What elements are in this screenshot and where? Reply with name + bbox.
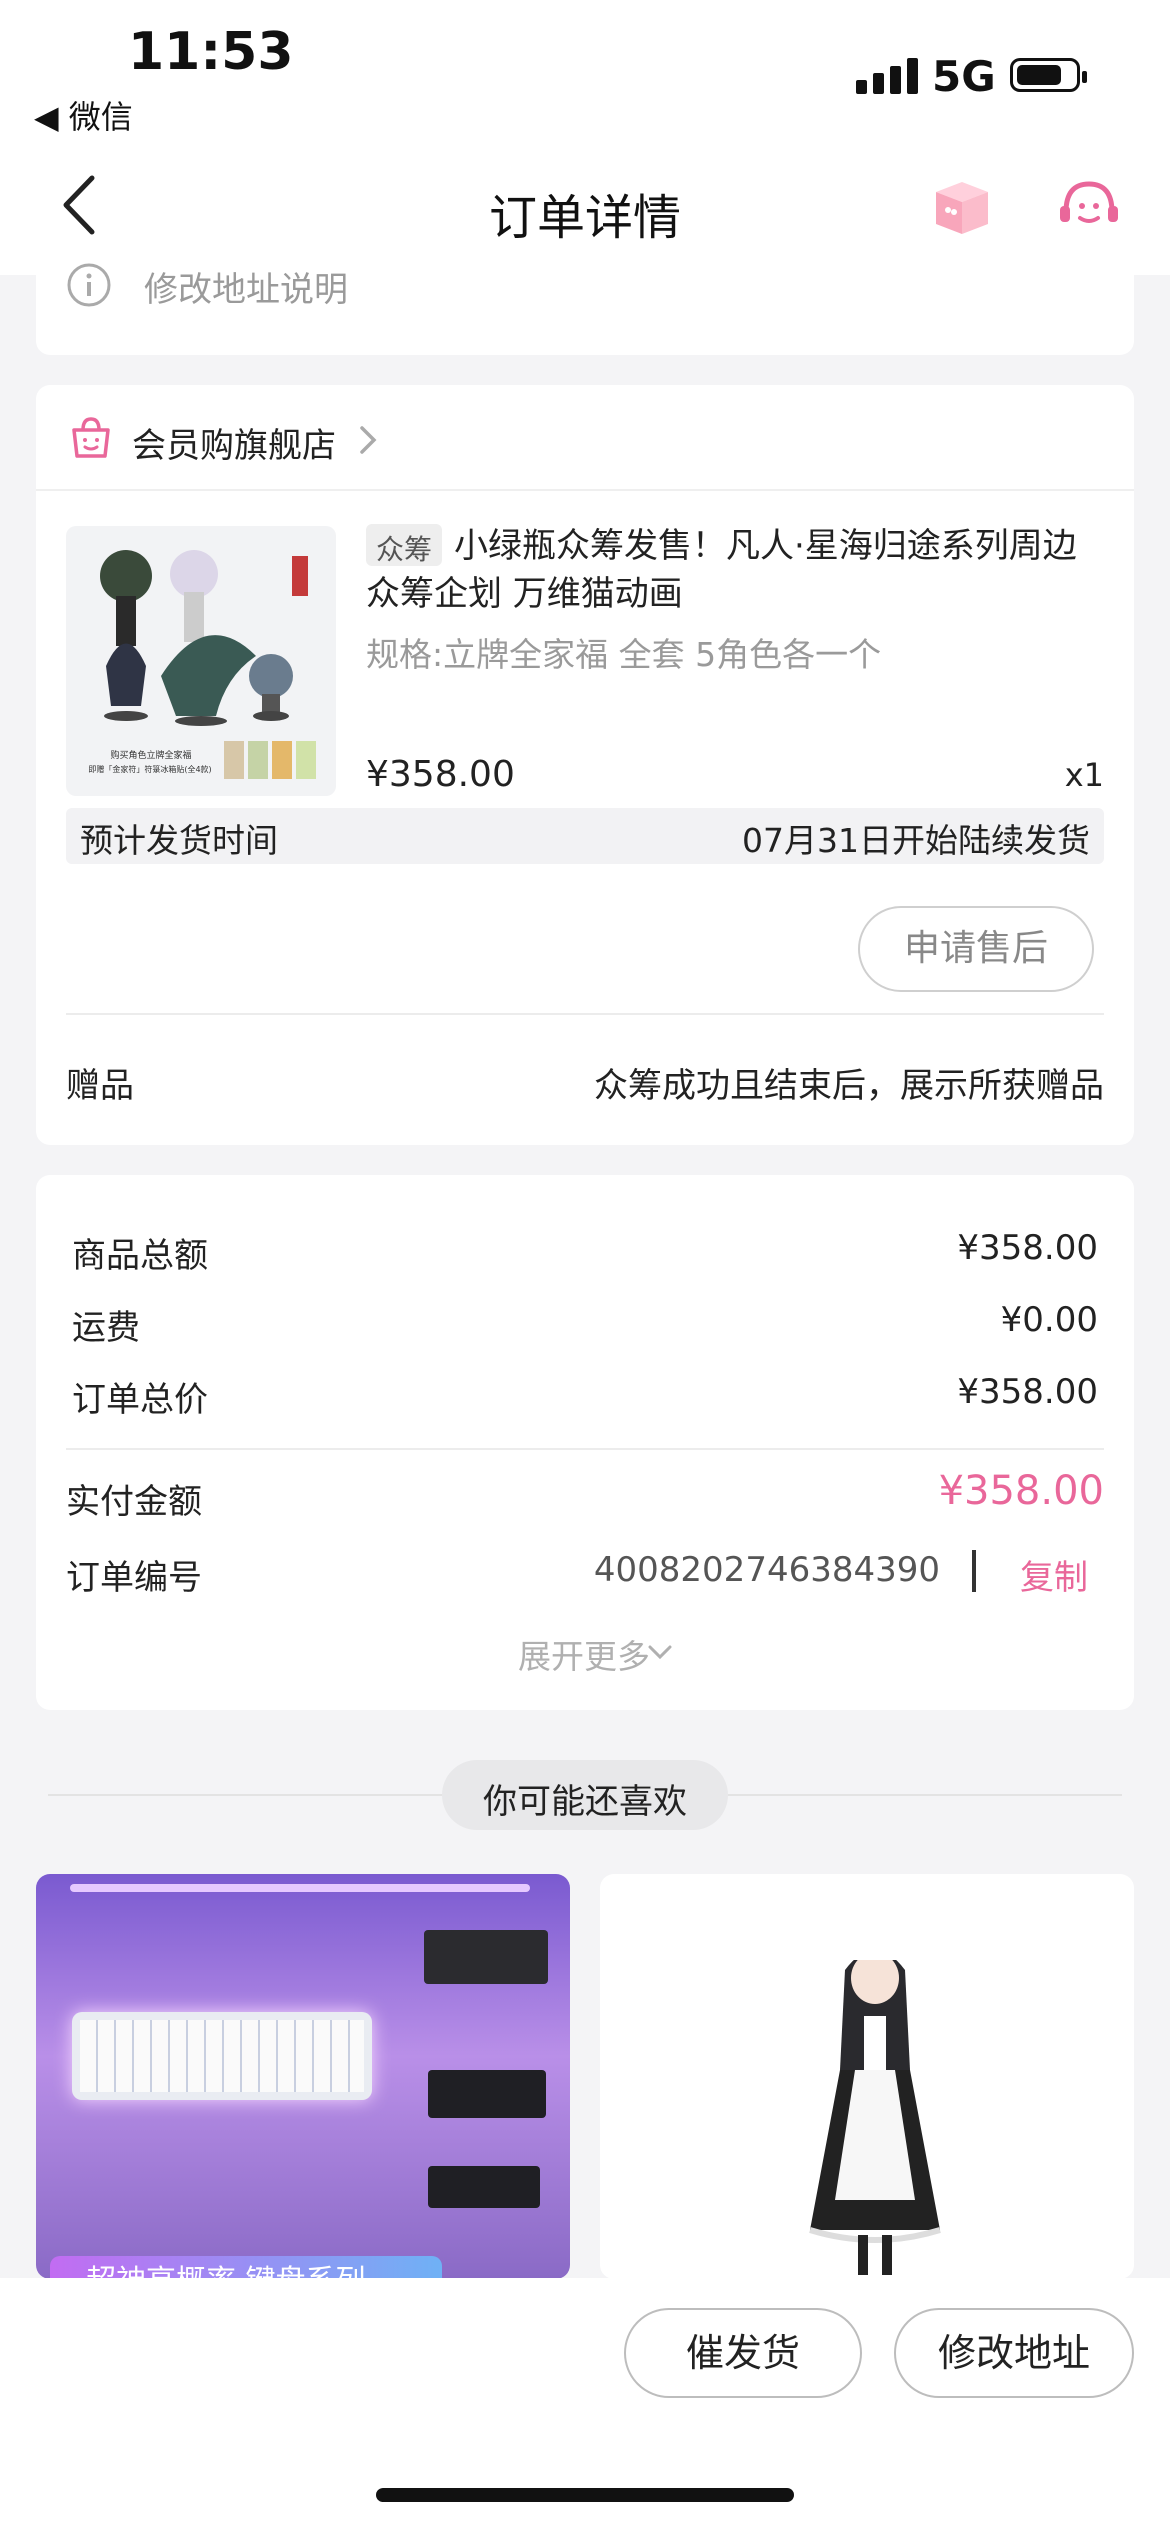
status-time: 11:53 (128, 22, 294, 82)
chevron-right-icon[interactable] (358, 424, 378, 456)
order-total-value: ¥358.00 (957, 1372, 1098, 1412)
expand-more-button[interactable]: 展开更多 (480, 1630, 650, 1678)
divider (36, 489, 1134, 491)
recommend-title: 你可能还喜欢 (483, 1782, 687, 1822)
goods-total-label: 商品总额 (72, 1236, 208, 1276)
change-address-button[interactable]: 修改地址 (894, 2308, 1134, 2398)
divider (66, 1013, 1104, 1015)
gift-value: 众筹成功且结束后，展示所获赠品 (594, 1066, 1104, 1106)
gift-label: 赠品 (66, 1066, 134, 1106)
product-image[interactable]: 购买角色立牌全家福 即赠「金家符」符箓冰箱贴(全4款) (66, 526, 336, 796)
order-number-label: 订单编号 (66, 1558, 202, 1598)
ship-time-label: 预计发货时间 (80, 821, 278, 860)
back-to-app-link[interactable]: ◀ 微信 (34, 92, 133, 138)
urge-shipping-button[interactable]: 催发货 (624, 2308, 862, 2398)
light-strip (70, 1884, 530, 1892)
promo-banner-text: 超神高概率 键盘系列 (86, 2256, 366, 2279)
address-note-link[interactable]: 修改地址说明 (144, 262, 348, 311)
signal-icon (856, 58, 918, 94)
gift-box-icon[interactable] (930, 178, 994, 236)
shipping-fee-label: 运费 (72, 1308, 140, 1348)
after-sales-button[interactable]: 申请售后 (858, 906, 1094, 992)
ship-time-value: 07月31日开始陆续发货 (742, 821, 1090, 860)
battery-icon (1010, 58, 1087, 92)
chevron-down-icon[interactable] (646, 1642, 674, 1662)
keyboard-keys (80, 2020, 364, 2092)
page-title: 订单详情 (488, 190, 681, 246)
info-icon (67, 263, 111, 307)
home-indicator[interactable] (376, 2488, 794, 2502)
maid-standee-illustration (809, 1950, 941, 2275)
goods-total-value: ¥358.00 (957, 1228, 1098, 1268)
shipping-fee-value: ¥0.00 (1000, 1300, 1098, 1340)
keyboard-dark-image-2 (428, 2166, 540, 2208)
order-total-label: 订单总价 (72, 1380, 208, 1420)
recommend-item-keyboard[interactable]: 超神高概率 键盘系列 (36, 1874, 570, 2279)
shop-bag-icon (72, 417, 110, 458)
image-caption-1: 购买角色立牌全家福 (110, 751, 192, 761)
keyboard-dark-image (428, 2070, 546, 2118)
copy-order-number-button[interactable]: 复制 (1020, 1550, 1088, 1599)
paid-amount-label: 实付金额 (66, 1482, 202, 1522)
mousepad-image (424, 1930, 548, 1984)
product-spec: 规格:立牌全家福 全套 5角色各一个 (366, 635, 882, 674)
store-name-link[interactable]: 会员购旗舰店 (132, 418, 336, 467)
image-caption-2: 即赠「金家符」符箓冰箱贴(全4款) (88, 765, 212, 774)
network-type: 5G (932, 52, 996, 101)
separator (972, 1550, 976, 1592)
order-number-value: 4008202746384390 (593, 1550, 940, 1590)
product-quantity: x1 (1064, 756, 1104, 794)
recommend-item-standee[interactable] (600, 1874, 1134, 2279)
paid-amount-value: ¥358.00 (938, 1468, 1104, 1514)
divider (66, 1448, 1104, 1450)
customer-service-icon[interactable] (1056, 176, 1122, 238)
product-title[interactable]: 小绿瓶众筹发售！凡人·星海归途系列周边 众筹企划 万维猫动画 (366, 522, 1096, 618)
product-price: ¥358.00 (366, 754, 515, 795)
